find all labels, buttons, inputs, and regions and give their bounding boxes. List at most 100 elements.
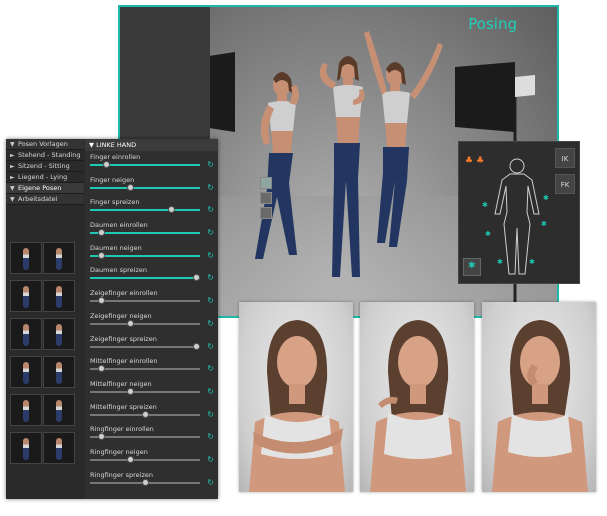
- preset-tree-rows: ▼ Posen Vorlagen ► Stehend - Standing ► Sitze…: [6, 139, 84, 205]
- slider-track[interactable]: [90, 232, 200, 235]
- finger-slider[interactable]: Finger spreizen ↻: [85, 196, 218, 219]
- slider-track[interactable]: [90, 458, 200, 461]
- finger-slider[interactable]: Zeigefinger spreizen ↻: [85, 333, 218, 356]
- figure-icon-orange-1[interactable]: ♣: [465, 156, 473, 166]
- preset-tree-row[interactable]: ▼ Arbeitsdatei: [6, 194, 84, 205]
- preset-tree-row[interactable]: ► Sitzend - Sitting: [6, 161, 84, 172]
- finger-slider[interactable]: Ringfinger neigen ↻: [85, 446, 218, 469]
- finger-slider[interactable]: Daumen spreizen ↻: [85, 264, 218, 287]
- slider-knob[interactable]: [141, 478, 149, 486]
- finger-slider[interactable]: Zeigefinger einrollen ↻: [85, 287, 218, 310]
- hand-slider-panel: ▼ LINKE HAND Finger einrollen ↻ Finger nei…: [85, 139, 218, 499]
- slider-track[interactable]: [90, 322, 200, 325]
- slider-track[interactable]: [90, 300, 200, 303]
- finger-slider[interactable]: Daumen einrollen ↻: [85, 219, 218, 242]
- model-figure-right[interactable]: [364, 31, 443, 247]
- slider-knob[interactable]: [127, 387, 135, 395]
- slider-track[interactable]: [90, 345, 200, 348]
- pose-thumbnail[interactable]: [43, 394, 75, 426]
- pose-thumbnail[interactable]: [43, 280, 75, 312]
- finger-slider[interactable]: Zeigefinger neigen ↻: [85, 310, 218, 333]
- finger-slider[interactable]: Mittelfinger neigen ↻: [85, 378, 218, 401]
- slider-knob[interactable]: [97, 229, 105, 237]
- slider-knob[interactable]: [167, 206, 175, 214]
- reset-icon[interactable]: ↻: [207, 364, 214, 373]
- slider-panel-header[interactable]: ▼ LINKE HAND: [85, 139, 218, 151]
- expand-arrow-icon: ▼: [10, 196, 15, 203]
- reset-icon[interactable]: ↻: [207, 273, 214, 282]
- finger-slider[interactable]: Finger einrollen ↻: [85, 151, 218, 174]
- finger-slider[interactable]: Mittelfinger spreizen ↻: [85, 401, 218, 424]
- slider-knob[interactable]: [127, 319, 135, 327]
- slider-knob[interactable]: [97, 251, 105, 259]
- view-button-2[interactable]: [260, 192, 272, 204]
- pose-thumbnail[interactable]: [10, 432, 42, 464]
- reset-icon[interactable]: ↻: [207, 387, 214, 396]
- slider-track[interactable]: [90, 368, 200, 371]
- slider-track[interactable]: [90, 254, 200, 257]
- slider-label: Finger einrollen: [90, 153, 141, 161]
- slider-knob[interactable]: [103, 161, 110, 168]
- reset-icon[interactable]: ↻: [207, 478, 214, 487]
- finger-slider[interactable]: Finger neigen ↻: [85, 174, 218, 197]
- view-button-3[interactable]: [260, 207, 272, 219]
- view-button-1[interactable]: [260, 177, 272, 189]
- expand-arrow-icon: ▼: [10, 185, 15, 192]
- ik-button[interactable]: IK: [555, 148, 575, 168]
- slider-knob[interactable]: [193, 342, 201, 350]
- reset-icon[interactable]: ↻: [207, 455, 214, 464]
- svg-text:✱: ✱: [482, 201, 488, 209]
- slider-knob[interactable]: [193, 274, 201, 282]
- preset-tree-label: Posen Vorlagen: [18, 140, 68, 148]
- preset-tree-row[interactable]: ► Liegend - Lying: [6, 172, 84, 183]
- reset-icon[interactable]: ↻: [207, 205, 214, 214]
- slider-knob[interactable]: [127, 183, 135, 191]
- slider-track[interactable]: [90, 390, 200, 393]
- preset-tree-row[interactable]: ▼ Eigene Posen: [6, 183, 84, 194]
- finger-slider[interactable]: Daumen neigen ↻: [85, 242, 218, 265]
- model-figure-center[interactable]: [319, 56, 365, 277]
- reset-icon[interactable]: ↻: [207, 296, 214, 305]
- pose-preset-tree: ▼ Posen Vorlagen ► Stehend - Standing ► Sitze…: [6, 139, 84, 499]
- slider-track[interactable]: [90, 436, 200, 439]
- reset-icon[interactable]: ↻: [207, 183, 214, 192]
- pose-thumbnail[interactable]: [10, 394, 42, 426]
- slider-knob[interactable]: [127, 455, 135, 463]
- slider-label: Daumen spreizen: [90, 266, 148, 275]
- pose-thumbnail[interactable]: [10, 356, 42, 388]
- fk-button[interactable]: FK: [555, 174, 575, 194]
- slider-knob[interactable]: [97, 297, 105, 305]
- pose-thumbnail[interactable]: [43, 432, 75, 464]
- reset-icon[interactable]: ↻: [207, 228, 214, 237]
- slider-track[interactable]: [90, 186, 200, 189]
- reset-icon[interactable]: ↻: [207, 160, 214, 169]
- pose-thumbnail[interactable]: [10, 242, 42, 274]
- slider-track[interactable]: [90, 209, 200, 212]
- slider-knob[interactable]: [97, 433, 105, 441]
- reset-icon[interactable]: ↻: [207, 342, 214, 351]
- pose-thumbnail[interactable]: [43, 356, 75, 388]
- finger-slider[interactable]: Ringfinger einrollen ↻: [85, 423, 218, 446]
- slider-label: Mittelfinger neigen: [90, 379, 152, 388]
- reset-icon[interactable]: ↻: [207, 410, 214, 419]
- model-figure-left[interactable]: [255, 72, 299, 259]
- finger-slider[interactable]: Mittelfinger einrollen ↻: [85, 355, 218, 378]
- reset-icon[interactable]: ↻: [207, 432, 214, 441]
- pose-thumbnail[interactable]: [10, 318, 42, 350]
- portrait-photo-2: [360, 302, 474, 492]
- preset-tree-row[interactable]: ▼ Posen Vorlagen: [6, 139, 84, 150]
- preset-tree-row[interactable]: ► Stehend - Standing: [6, 150, 84, 161]
- pose-thumbnail[interactable]: [43, 242, 75, 274]
- body-outline-diagram[interactable]: ✱ ✱ ✱ ✱ ✱ ✱: [477, 152, 557, 282]
- reset-icon[interactable]: ↻: [207, 319, 214, 328]
- slider-track[interactable]: [90, 277, 200, 280]
- slider-label: Ringfinger spreizen: [90, 470, 154, 479]
- pin-tool-button[interactable]: ✱: [463, 258, 481, 276]
- reset-icon[interactable]: ↻: [207, 251, 214, 260]
- finger-slider[interactable]: Ringfinger spreizen ↻: [85, 469, 218, 492]
- preset-tree-label: Arbeitsdatei: [18, 195, 58, 203]
- pose-thumbnail[interactable]: [10, 280, 42, 312]
- slider-knob[interactable]: [97, 365, 105, 373]
- pose-thumbnail[interactable]: [43, 318, 75, 350]
- slider-knob[interactable]: [141, 410, 149, 418]
